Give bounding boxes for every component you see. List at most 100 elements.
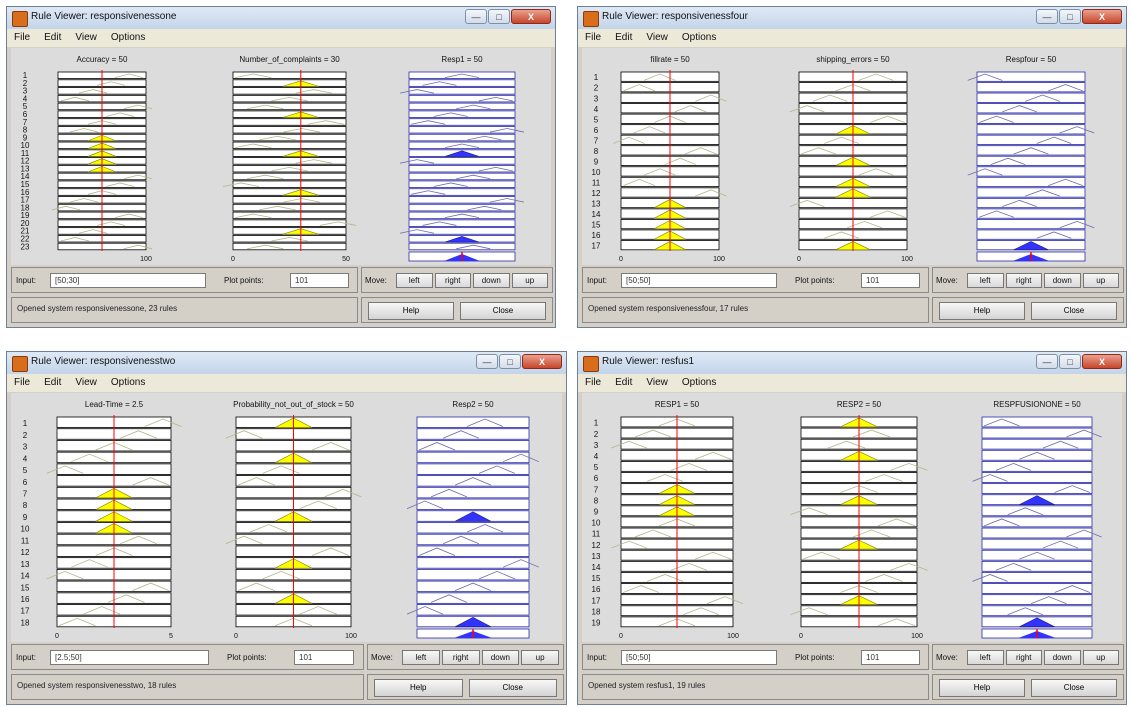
plot-points-field[interactable]: 101	[294, 650, 354, 665]
plot-points-field[interactable]: 101	[861, 273, 920, 288]
input-mf-cell	[232, 164, 347, 173]
maximize-button[interactable]: □	[499, 354, 521, 369]
close-button[interactable]: Close	[1031, 679, 1117, 697]
axis-max-label: 5	[169, 633, 173, 640]
move-left-button[interactable]: left	[396, 273, 433, 288]
close-button[interactable]: Close	[468, 679, 557, 697]
rule-number: 13	[21, 560, 30, 569]
move-left-button[interactable]: left	[967, 273, 1004, 288]
axis-max-label: 100	[140, 256, 152, 263]
menu-options[interactable]: Options	[104, 374, 152, 388]
rule-number: 6	[23, 478, 28, 487]
menu-options[interactable]: Options	[104, 29, 152, 43]
move-up-button[interactable]: up	[1082, 650, 1119, 665]
output-variable-label: Resp2 = 50	[452, 400, 494, 409]
move-up-button[interactable]: up	[521, 650, 559, 665]
axis-max-label: 100	[345, 633, 357, 640]
status-bar: Opened system resfus1, 19 rules	[582, 674, 929, 700]
menu-view[interactable]: View	[639, 374, 675, 388]
title-bar: Rule Viewer: responsivenessfour — □ X	[578, 7, 1126, 30]
rule-number: 9	[23, 513, 28, 522]
menu-options[interactable]: Options	[675, 374, 723, 388]
output-mf-cell	[981, 549, 1093, 561]
close-window-button[interactable]: X	[1082, 9, 1122, 24]
menu-file[interactable]: File	[7, 29, 37, 43]
rule-number: 3	[594, 94, 599, 103]
minimize-button[interactable]: —	[476, 354, 498, 369]
move-right-button[interactable]: right	[1005, 273, 1042, 288]
move-down-button[interactable]: down	[1044, 650, 1081, 665]
output-mf-cell	[976, 113, 1086, 124]
output-mf-cell	[981, 605, 1093, 617]
input-vector-field[interactable]: [2.5;50]	[50, 650, 209, 665]
output-mf-cell	[981, 538, 1093, 550]
move-label: Move:	[371, 653, 393, 662]
input-vector-field[interactable]: [50;50]	[621, 650, 777, 665]
move-right-button[interactable]: right	[1005, 650, 1042, 665]
minimize-button[interactable]: —	[1036, 9, 1058, 24]
move-down-button[interactable]: down	[1044, 273, 1081, 288]
minimize-button[interactable]: —	[1036, 354, 1058, 369]
menu-view[interactable]: View	[68, 374, 104, 388]
help-button[interactable]: Help	[939, 679, 1025, 697]
rule-number: 15	[21, 583, 30, 592]
input-panel: Input: [50;50] Plot points: 101	[582, 644, 929, 670]
close-button[interactable]: Close	[1031, 302, 1117, 320]
rule-number: 14	[21, 572, 30, 581]
menu-edit[interactable]: Edit	[608, 29, 639, 43]
maximize-button[interactable]: □	[488, 9, 510, 24]
menu-view[interactable]: View	[639, 29, 675, 43]
input-variable-label: Probability_not_out_of_stock = 50	[233, 400, 354, 409]
move-right-button[interactable]: right	[434, 273, 471, 288]
help-button[interactable]: Help	[939, 302, 1025, 320]
menu-edit[interactable]: Edit	[608, 374, 639, 388]
output-mf-cell	[408, 180, 516, 188]
move-down-button[interactable]: down	[481, 650, 520, 665]
output-mf-cell	[976, 155, 1086, 166]
output-mf-cell	[408, 102, 516, 111]
input-vector-field[interactable]: [50;30]	[50, 273, 206, 288]
axis-min-label: 0	[231, 256, 235, 263]
maximize-button[interactable]: □	[1059, 354, 1081, 369]
menu-file[interactable]: File	[578, 374, 608, 388]
plot-points-field[interactable]: 101	[861, 650, 920, 665]
menu-edit[interactable]: Edit	[37, 29, 68, 43]
menu-view[interactable]: View	[68, 29, 104, 43]
close-window-button[interactable]: X	[522, 354, 562, 369]
menu-file[interactable]: File	[578, 29, 608, 43]
menu-bar: File Edit View Options	[578, 374, 1126, 392]
output-mf-cell	[408, 242, 516, 251]
menu-edit[interactable]: Edit	[37, 374, 68, 388]
move-right-button[interactable]: right	[441, 650, 480, 665]
rule-number: 17	[592, 596, 601, 605]
move-up-button[interactable]: up	[511, 273, 548, 288]
output-mf-cell	[408, 118, 516, 126]
minimize-button[interactable]: —	[465, 9, 487, 24]
menu-file[interactable]: File	[7, 374, 37, 388]
move-up-button[interactable]: up	[1082, 273, 1119, 288]
move-left-button[interactable]: left	[402, 650, 440, 665]
close-window-button[interactable]: X	[511, 9, 551, 24]
close-window-button[interactable]: X	[1082, 354, 1122, 369]
maximize-button[interactable]: □	[1059, 9, 1081, 24]
output-mf-cell	[408, 71, 516, 79]
move-down-button[interactable]: down	[473, 273, 510, 288]
axis-min-label: 0	[234, 633, 238, 640]
help-button[interactable]: Help	[368, 302, 454, 320]
plot-points-field[interactable]: 101	[290, 273, 349, 288]
output-mf-cell	[976, 82, 1086, 93]
close-button[interactable]: Close	[460, 302, 546, 320]
output-mf-cell	[416, 592, 530, 604]
help-button[interactable]: Help	[374, 679, 463, 697]
rule-number: 17	[592, 242, 601, 251]
move-left-button[interactable]: left	[967, 650, 1004, 665]
menu-options[interactable]: Options	[675, 29, 723, 43]
rule-number: 15	[592, 221, 601, 230]
move-label: Move:	[936, 653, 958, 662]
output-mf-cell	[981, 505, 1093, 517]
rule-viewer-window: Rule Viewer: responsivenessfour — □ X File Ed…	[577, 6, 1127, 328]
help-close-panel: Help Close	[367, 674, 564, 700]
output-variable-label: RESPFUSIONONE = 50	[993, 400, 1081, 409]
input-vector-field[interactable]: [50;50]	[621, 273, 777, 288]
output-mf-cell	[416, 416, 530, 428]
